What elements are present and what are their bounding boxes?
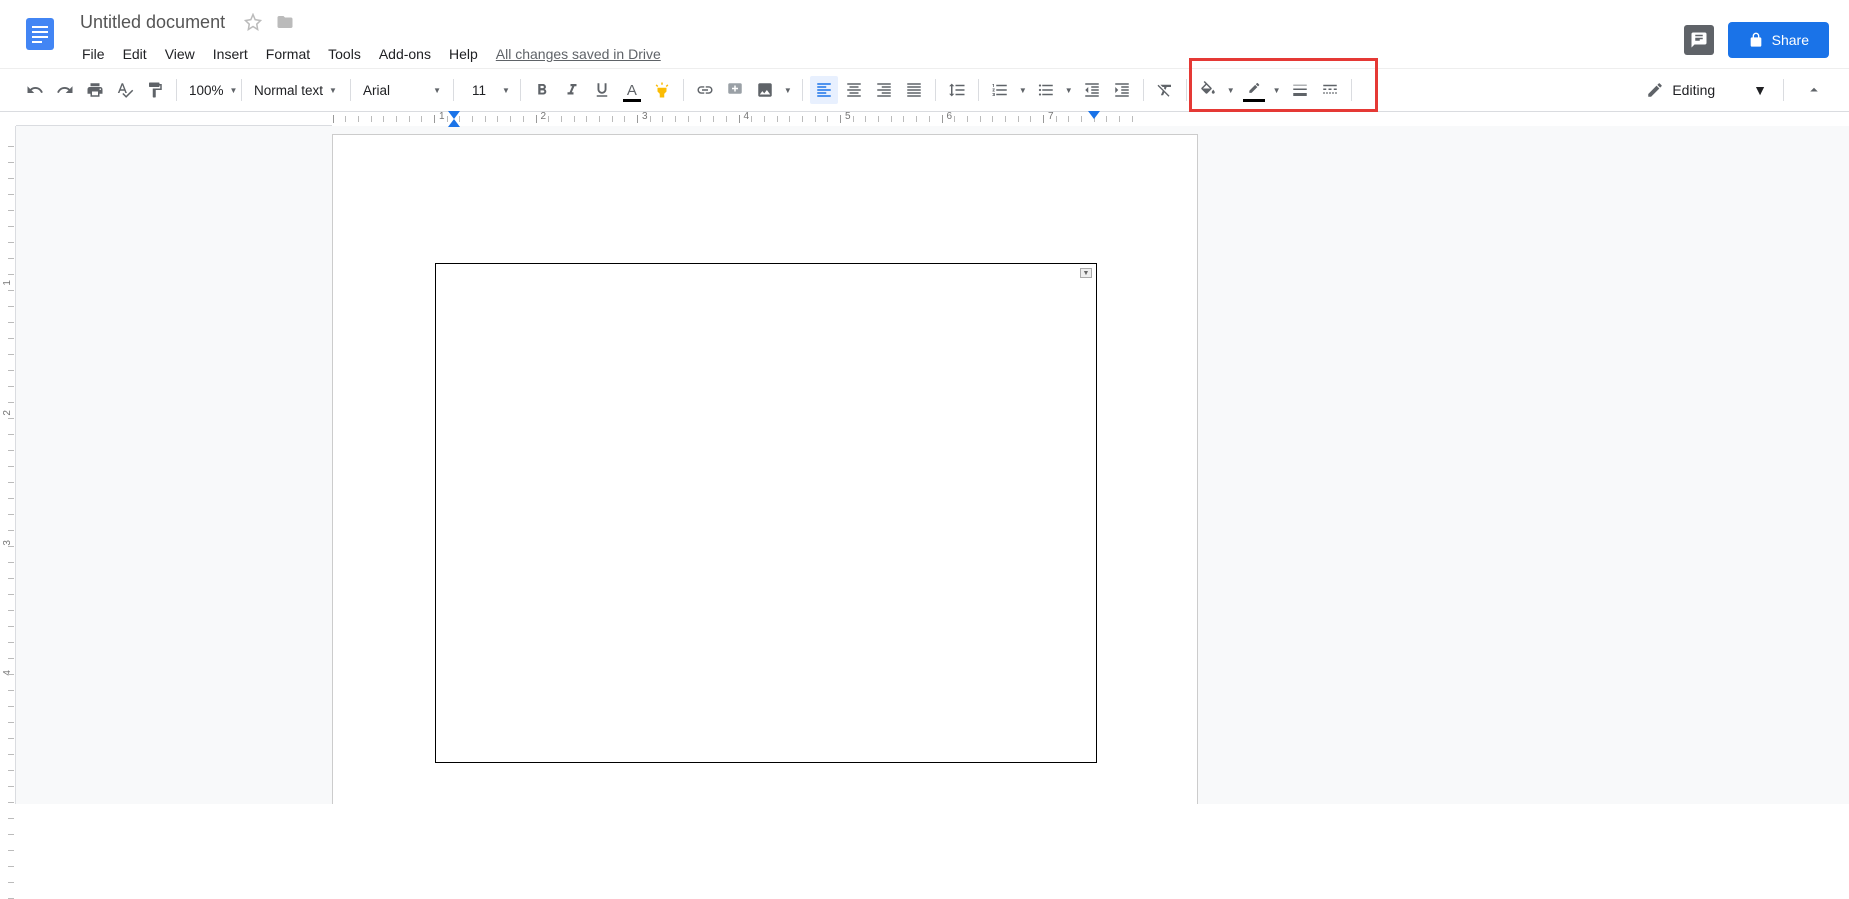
document-canvas[interactable]: ▼ — [16, 126, 1849, 804]
separator — [453, 79, 454, 101]
ruler-number: 5 — [845, 111, 851, 122]
font-select[interactable]: Arial▼ — [357, 83, 447, 98]
ruler-number: 3 — [2, 540, 13, 546]
bold-button[interactable] — [528, 76, 556, 104]
menu-format[interactable]: Format — [258, 42, 318, 66]
add-comment-button[interactable] — [721, 76, 749, 104]
document-title[interactable]: Untitled document — [74, 10, 231, 35]
align-right-button[interactable] — [870, 76, 898, 104]
ruler-number: 3 — [642, 111, 648, 122]
share-button[interactable]: Share — [1728, 22, 1829, 58]
paint-format-button[interactable] — [141, 76, 169, 104]
align-left-button[interactable] — [810, 76, 838, 104]
separator — [1186, 79, 1187, 101]
editing-mode-select[interactable]: Editing ▼ — [1636, 81, 1777, 99]
border-width-button[interactable] — [1286, 76, 1314, 104]
menu-addons[interactable]: Add-ons — [371, 42, 439, 66]
menu-view[interactable]: View — [157, 42, 203, 66]
docs-logo[interactable] — [20, 8, 60, 60]
ruler-number: 7 — [1048, 111, 1054, 122]
insert-image-button[interactable] — [751, 76, 779, 104]
zoom-select[interactable]: 100%▼ — [183, 83, 235, 98]
ruler-horizontal[interactable]: 1 2 3 4 5 6 7 — [16, 112, 1849, 126]
separator — [802, 79, 803, 101]
menu-tools[interactable]: Tools — [320, 42, 369, 66]
spellcheck-button[interactable] — [111, 76, 139, 104]
highlight-color-button[interactable] — [648, 76, 676, 104]
separator — [978, 79, 979, 101]
separator — [935, 79, 936, 101]
text-color-button[interactable]: A — [618, 76, 646, 104]
separator — [1143, 79, 1144, 101]
italic-button[interactable] — [558, 76, 586, 104]
star-icon[interactable] — [243, 12, 263, 32]
font-size-select[interactable]: 11 — [460, 83, 498, 98]
style-select[interactable]: Normal text▼ — [248, 83, 344, 98]
link-button[interactable] — [691, 76, 719, 104]
increase-indent-button[interactable] — [1108, 76, 1136, 104]
print-button[interactable] — [81, 76, 109, 104]
table[interactable]: ▼ — [435, 263, 1097, 763]
separator — [683, 79, 684, 101]
cell-menu-icon[interactable]: ▼ — [1080, 268, 1092, 278]
menu-file[interactable]: File — [74, 42, 113, 66]
clear-formatting-button[interactable] — [1151, 76, 1179, 104]
numbered-list-button[interactable] — [986, 76, 1014, 104]
align-center-button[interactable] — [840, 76, 868, 104]
ruler-number: 2 — [2, 410, 13, 416]
separator — [1783, 79, 1784, 101]
border-color-button[interactable] — [1240, 76, 1268, 104]
separator — [520, 79, 521, 101]
decrease-indent-button[interactable] — [1078, 76, 1106, 104]
undo-button[interactable] — [21, 76, 49, 104]
line-spacing-button[interactable] — [943, 76, 971, 104]
image-arrow[interactable]: ▼ — [780, 86, 796, 95]
bulleted-list-button[interactable] — [1032, 76, 1060, 104]
collapse-toolbar-button[interactable] — [1800, 76, 1828, 104]
ruler-number: 1 — [2, 280, 13, 286]
cell-fill-color-button[interactable] — [1194, 76, 1222, 104]
ruler-number: 4 — [744, 111, 750, 122]
align-justify-button[interactable] — [900, 76, 928, 104]
save-status[interactable]: All changes saved in Drive — [496, 46, 661, 62]
menu-help[interactable]: Help — [441, 42, 486, 66]
menu-insert[interactable]: Insert — [205, 42, 256, 66]
page[interactable]: ▼ — [332, 134, 1198, 804]
numbered-list-arrow[interactable]: ▼ — [1015, 86, 1031, 95]
bulleted-list-arrow[interactable]: ▼ — [1061, 86, 1077, 95]
separator — [350, 79, 351, 101]
move-folder-icon[interactable] — [275, 12, 295, 32]
ruler-vertical[interactable]: 1234 — [0, 126, 16, 804]
ruler-number: 1 — [439, 111, 445, 122]
redo-button[interactable] — [51, 76, 79, 104]
separator — [241, 79, 242, 101]
ruler-number: 6 — [947, 111, 953, 122]
separator — [176, 79, 177, 101]
ruler-number: 2 — [541, 111, 547, 122]
font-size-arrow[interactable]: ▼ — [498, 86, 514, 95]
border-dash-button[interactable] — [1316, 76, 1344, 104]
share-label: Share — [1772, 32, 1809, 48]
underline-button[interactable] — [588, 76, 616, 104]
border-color-arrow[interactable]: ▼ — [1269, 86, 1285, 95]
comment-history-button[interactable] — [1684, 25, 1714, 55]
separator — [1351, 79, 1352, 101]
menu-edit[interactable]: Edit — [115, 42, 155, 66]
fill-color-arrow[interactable]: ▼ — [1223, 86, 1239, 95]
